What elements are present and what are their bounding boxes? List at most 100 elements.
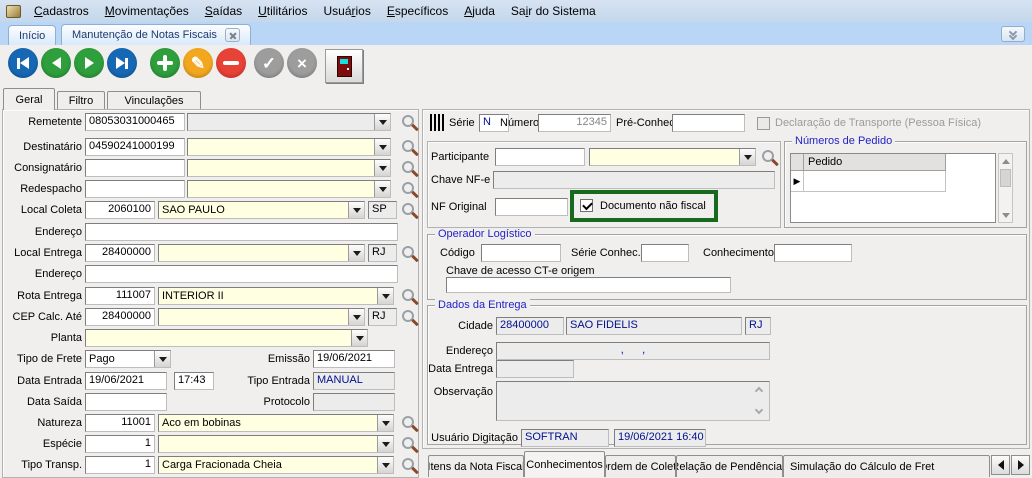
delete-record-button[interactable] bbox=[216, 48, 246, 78]
dropdown-arrow-icon[interactable] bbox=[348, 245, 364, 261]
destinatario-code-field[interactable]: 04590241000199 bbox=[85, 138, 185, 156]
tab-scroll-left-button[interactable] bbox=[991, 455, 1010, 475]
data-entrada-date-field[interactable]: 19/06/2021 bbox=[85, 372, 167, 390]
natureza-combo[interactable]: Aco em bobinas bbox=[158, 414, 394, 432]
rota-entrega-code-field[interactable]: 111007 bbox=[85, 287, 155, 305]
tipo-transp-code-field[interactable]: 1 bbox=[85, 456, 155, 474]
dropdown-arrow-icon[interactable] bbox=[374, 139, 390, 155]
numero-field[interactable]: 12345 bbox=[538, 114, 611, 132]
pedidos-grid-cell[interactable] bbox=[804, 171, 946, 192]
dropdown-arrow-icon[interactable] bbox=[377, 457, 393, 473]
pedidos-grid-header[interactable]: Pedido bbox=[804, 154, 946, 171]
tab-relacao-pendencias[interactable]: Relação de Pendências bbox=[676, 455, 783, 477]
search-icon[interactable] bbox=[402, 115, 414, 127]
dropdown-arrow-icon[interactable] bbox=[348, 309, 364, 325]
remetente-combo[interactable] bbox=[187, 113, 391, 131]
redespacho-combo[interactable] bbox=[187, 180, 391, 198]
tab-simulacao-calculo-frete[interactable]: Simulação do Cálculo de Fret bbox=[783, 455, 990, 477]
consignatario-combo[interactable] bbox=[187, 159, 391, 177]
declaracao-transporte-checkbox[interactable] bbox=[757, 117, 770, 130]
dropdown-arrow-icon[interactable] bbox=[348, 202, 364, 218]
tipo-frete-combo[interactable]: Pago bbox=[85, 350, 171, 368]
especie-code-field[interactable]: 1 bbox=[85, 435, 155, 453]
close-tab-icon[interactable] bbox=[224, 28, 240, 42]
first-record-button[interactable] bbox=[8, 48, 38, 78]
menu-saidas[interactable]: Saídas bbox=[197, 3, 250, 19]
tab-filtro[interactable]: Filtro bbox=[57, 91, 105, 109]
scroll-down-icon[interactable] bbox=[999, 208, 1012, 222]
search-icon[interactable] bbox=[402, 416, 414, 428]
remetente-code-field[interactable]: 08053031000465 bbox=[85, 113, 185, 131]
dropdown-arrow-icon[interactable] bbox=[377, 415, 393, 431]
endereco-entrega-field[interactable] bbox=[85, 265, 398, 283]
previous-record-button[interactable] bbox=[41, 48, 71, 78]
conhecimento-field[interactable] bbox=[774, 244, 852, 262]
pedidos-grid[interactable]: Pedido ▶ bbox=[790, 153, 996, 223]
endereco-coleta-field[interactable] bbox=[85, 223, 398, 241]
pedidos-scrollbar[interactable] bbox=[998, 153, 1013, 223]
add-record-button[interactable] bbox=[150, 48, 180, 78]
pre-conhec-field[interactable] bbox=[672, 114, 745, 132]
nf-original-field[interactable] bbox=[495, 198, 568, 216]
search-icon[interactable] bbox=[402, 203, 414, 215]
search-icon[interactable] bbox=[402, 289, 414, 301]
participante-code-field[interactable] bbox=[495, 148, 585, 166]
search-icon[interactable] bbox=[402, 458, 414, 470]
menu-movimentacoes[interactable]: Movimentações bbox=[97, 3, 197, 19]
dropdown-arrow-icon[interactable] bbox=[377, 288, 393, 304]
tab-ordem-coleta[interactable]: Ordem de Coleta bbox=[605, 455, 676, 477]
dropdown-arrow-icon[interactable] bbox=[374, 181, 390, 197]
especie-combo[interactable] bbox=[158, 435, 394, 453]
scroll-up-icon[interactable] bbox=[999, 154, 1012, 168]
dropdown-arrow-icon[interactable] bbox=[351, 330, 367, 346]
exit-button[interactable] bbox=[325, 49, 363, 83]
planta-combo[interactable] bbox=[85, 329, 368, 347]
local-coleta-combo[interactable]: SAO PAULO bbox=[158, 201, 365, 219]
next-record-button[interactable] bbox=[74, 48, 104, 78]
serie-conhec-field[interactable] bbox=[641, 244, 689, 262]
scrollbar-thumb[interactable] bbox=[1000, 169, 1011, 187]
local-entrega-code-field[interactable]: 28400000 bbox=[85, 244, 155, 262]
local-coleta-code-field[interactable]: 2060100 bbox=[85, 201, 155, 219]
menu-ajuda[interactable]: Ajuda bbox=[456, 3, 503, 19]
codigo-field[interactable] bbox=[481, 244, 561, 262]
search-icon[interactable] bbox=[402, 310, 414, 322]
cancel-button[interactable]: × bbox=[287, 48, 317, 78]
natureza-code-field[interactable]: 11001 bbox=[85, 414, 155, 432]
chave-cte-field[interactable] bbox=[446, 277, 731, 293]
dropdown-arrow-icon[interactable] bbox=[154, 351, 170, 367]
tab-list-dropdown-button[interactable] bbox=[1001, 26, 1025, 42]
menu-cadastros[interactable]: Cadastros bbox=[26, 3, 97, 19]
menu-sair-do-sistema[interactable]: Sair do Sistema bbox=[503, 3, 604, 19]
consignatario-code-field[interactable] bbox=[85, 159, 185, 177]
menu-utilitarios[interactable]: Utilitários bbox=[250, 3, 315, 19]
tab-scroll-right-button[interactable] bbox=[1011, 455, 1030, 475]
tab-geral[interactable]: Geral bbox=[3, 88, 55, 110]
data-saida-field[interactable] bbox=[85, 393, 167, 411]
data-entrada-time-field[interactable]: 17:43 bbox=[174, 372, 214, 390]
search-icon[interactable] bbox=[402, 246, 414, 258]
search-icon[interactable] bbox=[402, 161, 414, 173]
menu-usuarios[interactable]: Usuários bbox=[315, 3, 378, 19]
dropdown-arrow-icon[interactable] bbox=[374, 114, 390, 130]
dropdown-arrow-icon[interactable] bbox=[377, 436, 393, 452]
participante-combo[interactable] bbox=[589, 148, 756, 166]
search-icon[interactable] bbox=[402, 182, 414, 194]
cep-calc-ate-combo[interactable] bbox=[158, 308, 365, 326]
redespacho-code-field[interactable] bbox=[85, 180, 185, 198]
emissao-field[interactable]: 19/06/2021 bbox=[313, 350, 395, 368]
tab-inicio[interactable]: Início bbox=[8, 25, 57, 45]
edit-record-button[interactable]: ✎ bbox=[183, 48, 213, 78]
tab-conhecimentos[interactable]: Conhecimentos bbox=[524, 451, 605, 477]
menu-especificos[interactable]: Específicos bbox=[379, 3, 456, 19]
tab-vinculacoes[interactable]: Vinculações bbox=[107, 91, 201, 109]
destinatario-combo[interactable] bbox=[187, 138, 391, 156]
search-icon[interactable] bbox=[762, 150, 774, 162]
documento-nao-fiscal-checkbox[interactable] bbox=[580, 199, 593, 212]
dropdown-arrow-icon[interactable] bbox=[739, 149, 755, 165]
last-record-button[interactable] bbox=[107, 48, 137, 78]
confirm-button[interactable]: ✓ bbox=[254, 48, 284, 78]
rota-entrega-combo[interactable]: INTERIOR II bbox=[158, 287, 394, 305]
local-entrega-combo[interactable] bbox=[158, 244, 365, 262]
tab-itens-nota-fiscal[interactable]: Itens da Nota Fiscal bbox=[428, 455, 524, 477]
